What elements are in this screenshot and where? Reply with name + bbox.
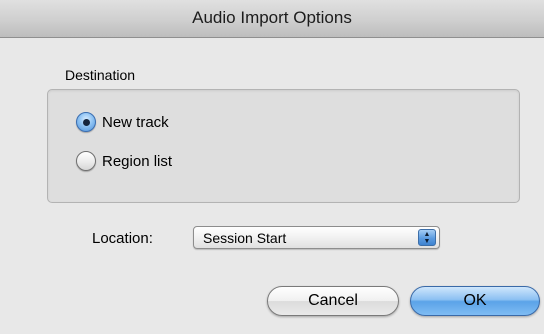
location-label: Location:: [92, 230, 153, 247]
dialog-content: Destination New track Region list Locati…: [0, 39, 544, 334]
radio-new-track-label: New track: [102, 113, 169, 131]
radio-new-track[interactable]: New track: [76, 112, 169, 132]
title-bar[interactable]: Audio Import Options: [0, 0, 544, 38]
radio-button-icon[interactable]: [76, 151, 96, 171]
radio-region-list[interactable]: Region list: [76, 151, 172, 171]
ok-button[interactable]: OK: [410, 286, 540, 316]
radio-region-list-label: Region list: [102, 152, 173, 170]
radio-button-selected-icon[interactable]: [76, 112, 96, 132]
location-select-value: Session Start: [203, 229, 287, 246]
updown-arrows-icon: ▲ ▼: [418, 229, 436, 246]
window-title: Audio Import Options: [192, 7, 352, 27]
destination-group: New track Region list: [47, 89, 520, 203]
location-select[interactable]: Session Start ▲ ▼: [193, 226, 440, 249]
destination-label: Destination: [65, 67, 136, 83]
cancel-button[interactable]: Cancel: [267, 286, 399, 316]
